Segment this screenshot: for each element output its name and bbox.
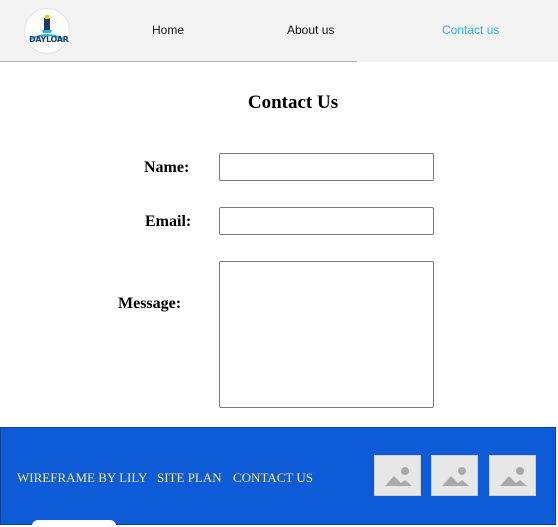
footer-link-wireframe[interactable]: WIREFRAME BY LILY <box>17 470 147 486</box>
footer-thumbnail-3[interactable] <box>489 455 536 496</box>
email-label: Email: <box>145 213 192 230</box>
footer-tab <box>32 520 116 527</box>
name-label: Name: <box>144 159 190 176</box>
footer-link-site-plan[interactable]: SITE PLAN <box>157 470 222 486</box>
nav-about-us[interactable]: About us <box>287 23 334 37</box>
site-logo[interactable]: DAYLOAR <box>24 8 70 54</box>
message-textarea[interactable] <box>219 261 434 408</box>
footer-thumbnail-2[interactable] <box>431 455 478 496</box>
image-placeholder-icon <box>442 467 469 486</box>
header-divider <box>0 61 357 62</box>
name-input[interactable] <box>219 153 434 181</box>
nav-contact-us[interactable]: Contact us <box>442 23 499 37</box>
lighthouse-icon <box>30 15 64 40</box>
logo-text: DAYLOAR <box>29 35 69 44</box>
image-placeholder-icon <box>500 467 527 486</box>
nav-home[interactable]: Home <box>152 23 184 37</box>
email-input[interactable] <box>219 207 434 235</box>
image-placeholder-icon <box>385 467 412 486</box>
message-label: Message: <box>118 295 182 312</box>
footer-link-contact[interactable]: CONTACT US <box>233 470 313 486</box>
page-title: Contact Us <box>247 92 339 113</box>
footer-thumbnail-1[interactable] <box>374 455 421 496</box>
